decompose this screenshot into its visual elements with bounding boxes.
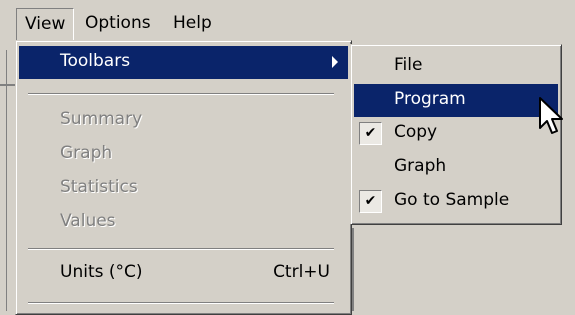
window-divider xyxy=(0,84,15,86)
menu-options[interactable]: Options xyxy=(77,8,159,40)
menu-item-label: Graph xyxy=(60,143,113,163)
submenu-arrow-icon xyxy=(332,56,338,68)
menu-separator xyxy=(28,302,334,304)
menu-item-label: File xyxy=(394,55,423,75)
menu-item-shortcut: Ctrl+U xyxy=(273,262,330,282)
menu-item-toolbars[interactable]: Toolbars xyxy=(19,46,348,79)
menu-item-values[interactable]: Values xyxy=(19,206,348,239)
checkmark-icon: ✔ xyxy=(359,190,382,213)
menu-item-label: Copy xyxy=(394,122,438,142)
submenu-item-go-to-sample[interactable]: ✔ Go to Sample xyxy=(354,185,558,218)
menu-item-label: Statistics xyxy=(60,177,138,197)
menu-view[interactable]: View xyxy=(16,8,75,40)
view-menu: Toolbars Summary Graph Statistics Values… xyxy=(15,40,352,315)
menu-item-label: Graph xyxy=(394,156,447,176)
submenu-item-file[interactable]: File xyxy=(354,50,558,83)
mouse-cursor-icon xyxy=(539,97,563,134)
menu-item-statistics[interactable]: Statistics xyxy=(19,172,348,205)
submenu-item-copy[interactable]: ✔ Copy xyxy=(354,117,558,150)
menu-help[interactable]: Help xyxy=(165,8,220,40)
window-divider xyxy=(352,228,354,311)
submenu-item-graph[interactable]: Graph xyxy=(354,151,558,184)
menu-item-label: Summary xyxy=(60,109,143,129)
menu-item-label: Values xyxy=(60,211,116,231)
submenu-item-program[interactable]: Program xyxy=(354,84,558,117)
menu-item-label: Go to Sample xyxy=(394,190,510,210)
menu-separator xyxy=(28,248,334,250)
toolbars-submenu: File Program ✔ Copy Graph ✔ Go to Sample xyxy=(350,44,562,225)
menu-item-graph[interactable]: Graph xyxy=(19,138,348,171)
menu-item-summary[interactable]: Summary xyxy=(19,104,348,137)
menu-item-units[interactable]: Units (°C) Ctrl+U xyxy=(19,257,348,290)
menu-bar: View Options Help xyxy=(0,0,575,44)
checkmark-icon: ✔ xyxy=(359,122,382,145)
menu-item-label: Program xyxy=(394,89,466,109)
menu-separator xyxy=(28,93,334,95)
menu-item-label: Toolbars xyxy=(60,51,131,71)
menu-item-label: Units (°C) xyxy=(60,262,143,282)
window-divider xyxy=(6,50,7,311)
